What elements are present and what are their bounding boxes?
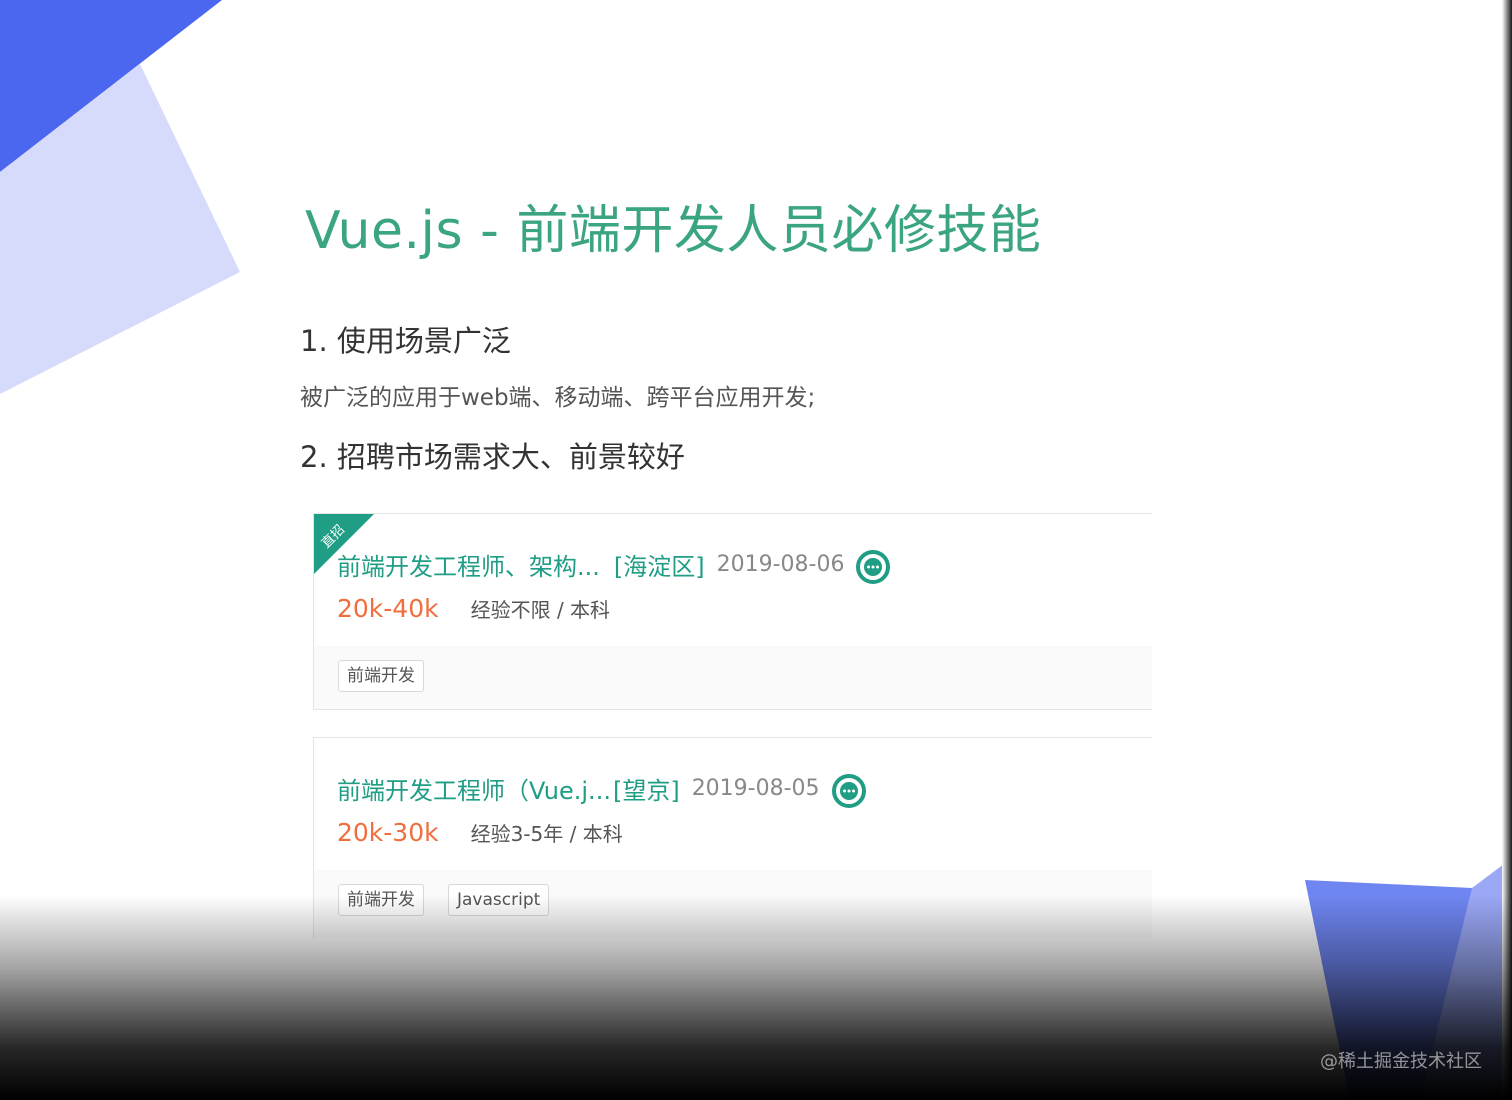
watermark: @稀土掘金技术社区 bbox=[1320, 1051, 1482, 1072]
point-1-description: 被广泛的应用于web端、移动端、跨平台应用开发; bbox=[300, 385, 816, 411]
job-date: 2019-08-05 bbox=[691, 776, 820, 801]
chat-bubble-icon[interactable] bbox=[856, 549, 891, 584]
job-title-link[interactable]: 前端开发工程师（Vue.j... bbox=[337, 771, 611, 806]
job-requirement: 经验不限 / 本科 bbox=[470, 598, 611, 622]
job-date: 2019-08-06 bbox=[716, 552, 845, 577]
job-salary: 20k-30k bbox=[337, 818, 439, 847]
job-location[interactable]: [海淀区] bbox=[614, 547, 705, 582]
job-location[interactable]: [望京] bbox=[613, 771, 680, 806]
job-title-line: 前端开发工程师、架构... [海淀区] 2019-08-06 bbox=[337, 547, 891, 584]
slide-title: Vue.js - 前端开发人员必修技能 bbox=[305, 201, 1042, 261]
job-tag-area: 前端开发 bbox=[314, 646, 1152, 709]
job-requirement: 经验3-5年 / 本科 bbox=[470, 822, 623, 846]
point-2-heading: 2. 招聘市场需求大、前景较好 bbox=[300, 440, 685, 474]
point-1-heading: 1. 使用场景广泛 bbox=[300, 324, 511, 358]
job-title-link[interactable]: 前端开发工程师、架构... bbox=[337, 547, 600, 582]
job-title-line: 前端开发工程师（Vue.j... [望京] 2019-08-05 bbox=[337, 771, 866, 808]
job-meta-line: 20k-30k 经验3-5年 / 本科 bbox=[337, 818, 623, 847]
job-tag[interactable]: 前端开发 bbox=[338, 660, 424, 692]
job-meta-line: 20k-40k 经验不限 / 本科 bbox=[337, 594, 610, 623]
job-card[interactable]: 直招 前端开发工程师、架构... [海淀区] 2019-08-06 20k-40… bbox=[313, 513, 1152, 710]
video-bottom-gradient bbox=[0, 895, 1512, 1100]
chat-bubble-icon[interactable] bbox=[831, 773, 866, 808]
job-salary: 20k-40k bbox=[337, 594, 439, 623]
